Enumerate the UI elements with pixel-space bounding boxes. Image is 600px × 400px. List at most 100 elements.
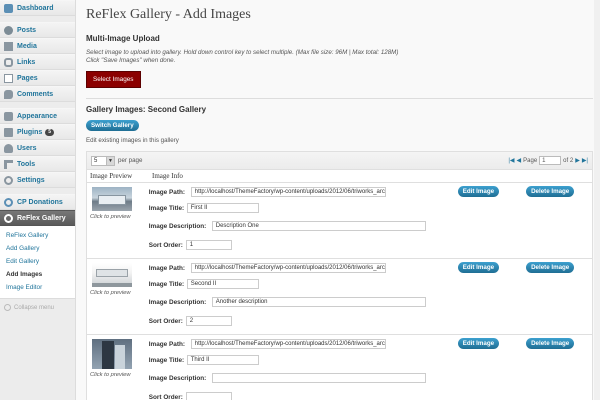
image-preview-cell: Click to preview: [87, 335, 149, 400]
submenu-item-edit-gallery[interactable]: Edit Gallery: [0, 255, 75, 268]
sidebar-item-media[interactable]: Media: [0, 38, 75, 54]
link-icon: [4, 57, 13, 67]
sidebar-item-pages[interactable]: Pages: [0, 70, 75, 86]
submenu-item-add-images[interactable]: Add Images: [0, 268, 75, 281]
image-description-field: Image Description:: [149, 373, 426, 383]
first-page-icon[interactable]: |◀: [508, 157, 514, 164]
prev-page-icon[interactable]: ◀: [517, 157, 522, 164]
image-description-input[interactable]: [211, 373, 426, 383]
sidebar-item-plugins[interactable]: Plugins 5: [0, 124, 75, 140]
sidebar-item-settings[interactable]: Settings: [0, 172, 75, 188]
sort-order-input[interactable]: [185, 392, 232, 400]
chevron-down-icon: ▼: [106, 156, 114, 165]
upload-section-title: Multi-Image Upload: [86, 34, 160, 43]
row-actions: Edit Image Delete Image: [457, 338, 575, 349]
delete-image-button[interactable]: Delete Image: [526, 262, 575, 273]
table-row: Click to preview Image Path: http://local…: [87, 335, 592, 400]
table-toolbar: 5 ▼ per page |◀ ◀ Page 1 of 2 ▶ ▶|: [87, 152, 592, 170]
sort-order-input[interactable]: 2: [185, 316, 232, 326]
page-number-input[interactable]: 1: [539, 156, 562, 165]
plugin-icon: [4, 127, 13, 137]
sort-order-label: Sort Order:: [148, 317, 183, 325]
image-path-label: Image Path:: [148, 188, 185, 196]
upload-help-line: Click "Save Images" when done.: [86, 57, 176, 64]
sidebar-item-label: Posts: [17, 26, 37, 34]
sidebar-item-cp-donations[interactable]: CP Donations: [0, 194, 75, 210]
sidebar-item-links[interactable]: Links: [0, 54, 75, 70]
sidebar-item-label: CP Donations: [17, 198, 63, 206]
tools-icon: [4, 159, 13, 169]
image-title-field: Image Title: First II: [149, 203, 259, 213]
sidebar-item-label: Links: [17, 58, 36, 66]
image-info-cell: Image Path: http://localhost/ThemeFactory…: [149, 335, 592, 400]
sidebar-item-tools[interactable]: Tools: [0, 156, 75, 172]
image-thumbnail[interactable]: [92, 263, 132, 287]
image-path-label: Image Path:: [148, 340, 185, 348]
sidebar-item-label: Appearance: [17, 112, 58, 120]
sidebar-item-posts[interactable]: Posts: [0, 22, 75, 38]
sidebar-item-label: Tools: [17, 160, 36, 168]
sort-order-input[interactable]: 1: [185, 240, 232, 250]
image-description-field: Image Description: Another description: [149, 297, 426, 307]
per-page-select[interactable]: 5 ▼: [91, 155, 115, 166]
page-scrollbar[interactable]: [594, 0, 600, 400]
page-total-label: of 2: [563, 157, 574, 164]
switch-gallery-button[interactable]: Switch Gallery: [86, 120, 139, 131]
settings-icon: [4, 175, 13, 185]
sidebar-item-dashboard[interactable]: Dashboard: [0, 0, 75, 16]
sidebar-item-appearance[interactable]: Appearance: [0, 108, 75, 124]
delete-image-button[interactable]: Delete Image: [526, 338, 575, 349]
image-description-label: Image Description:: [148, 298, 207, 306]
gear-icon: [4, 197, 13, 207]
edit-image-button[interactable]: Edit Image: [457, 186, 500, 197]
image-path-input[interactable]: http://localhost/ThemeFactory/wp-content…: [190, 263, 386, 273]
image-path-field: Image Path: http://localhost/ThemeFactory…: [149, 339, 386, 349]
sidebar-item-label: Media: [17, 42, 37, 50]
sort-order-field: Sort Order: 2: [149, 316, 232, 326]
preview-caption: Click to preview: [90, 372, 131, 378]
image-info-cell: Image Path: http://localhost/ThemeFactory…: [149, 259, 592, 334]
collapse-menu-label: Collapse menu: [14, 304, 55, 311]
dashboard-icon: [4, 3, 13, 13]
image-preview-cell: Click to preview: [87, 183, 149, 258]
image-thumbnail[interactable]: [92, 187, 132, 211]
sidebar-item-label: Plugins: [17, 128, 43, 136]
image-path-input[interactable]: http://localhost/ThemeFactory/wp-content…: [190, 187, 386, 197]
sidebar-item-label: ReFlex Gallery: [17, 214, 66, 222]
next-page-icon[interactable]: ▶: [575, 157, 580, 164]
sidebar-item-label: Dashboard: [17, 4, 54, 12]
image-title-label: Image Title:: [148, 204, 185, 212]
image-path-input[interactable]: http://localhost/ThemeFactory/wp-content…: [190, 339, 386, 349]
sidebar-item-users[interactable]: Users: [0, 140, 75, 156]
sidebar-item-comments[interactable]: Comments: [0, 86, 75, 102]
sidebar-item-label: Settings: [17, 176, 45, 184]
collapse-menu-button[interactable]: Collapse menu: [0, 299, 75, 316]
sidebar-item-reflex-gallery[interactable]: ReFlex Gallery: [0, 210, 75, 226]
edit-image-button[interactable]: Edit Image: [457, 262, 500, 273]
image-title-label: Image Title:: [148, 356, 185, 364]
image-title-input[interactable]: Third II: [186, 355, 259, 365]
gallery-images-table: 5 ▼ per page |◀ ◀ Page 1 of 2 ▶ ▶| Image …: [86, 151, 593, 400]
edit-image-button[interactable]: Edit Image: [457, 338, 500, 349]
image-path-label: Image Path:: [148, 264, 185, 272]
last-page-icon[interactable]: ▶|: [582, 157, 588, 164]
upload-help-text: Select image to upload into gallery. Hol…: [86, 49, 593, 65]
image-description-label: Image Description:: [148, 374, 207, 382]
table-row: Click to preview Image Path: http://local…: [87, 259, 592, 335]
image-description-input[interactable]: Description One: [211, 221, 426, 231]
upload-help-line: Select image to upload into gallery. Hol…: [86, 49, 399, 56]
image-title-input[interactable]: First II: [186, 203, 259, 213]
sort-order-label: Sort Order:: [148, 241, 183, 249]
image-title-input[interactable]: Second II: [186, 279, 259, 289]
submenu-item-reflex-gallery[interactable]: ReFlex Gallery: [0, 229, 75, 242]
select-images-button[interactable]: Select Images: [86, 71, 141, 88]
submenu-item-add-gallery[interactable]: Add Gallery: [0, 242, 75, 255]
image-thumbnail[interactable]: [92, 339, 132, 369]
preview-caption: Click to preview: [90, 290, 131, 296]
image-description-input[interactable]: Another description: [211, 297, 426, 307]
submenu-item-image-editor[interactable]: Image Editor: [0, 281, 75, 294]
image-path-field: Image Path: http://localhost/ThemeFactory…: [149, 263, 386, 273]
delete-image-button[interactable]: Delete Image: [526, 186, 575, 197]
gallery-section-title: Gallery Images: Second Gallery: [86, 105, 207, 114]
image-title-label: Image Title:: [148, 280, 185, 288]
